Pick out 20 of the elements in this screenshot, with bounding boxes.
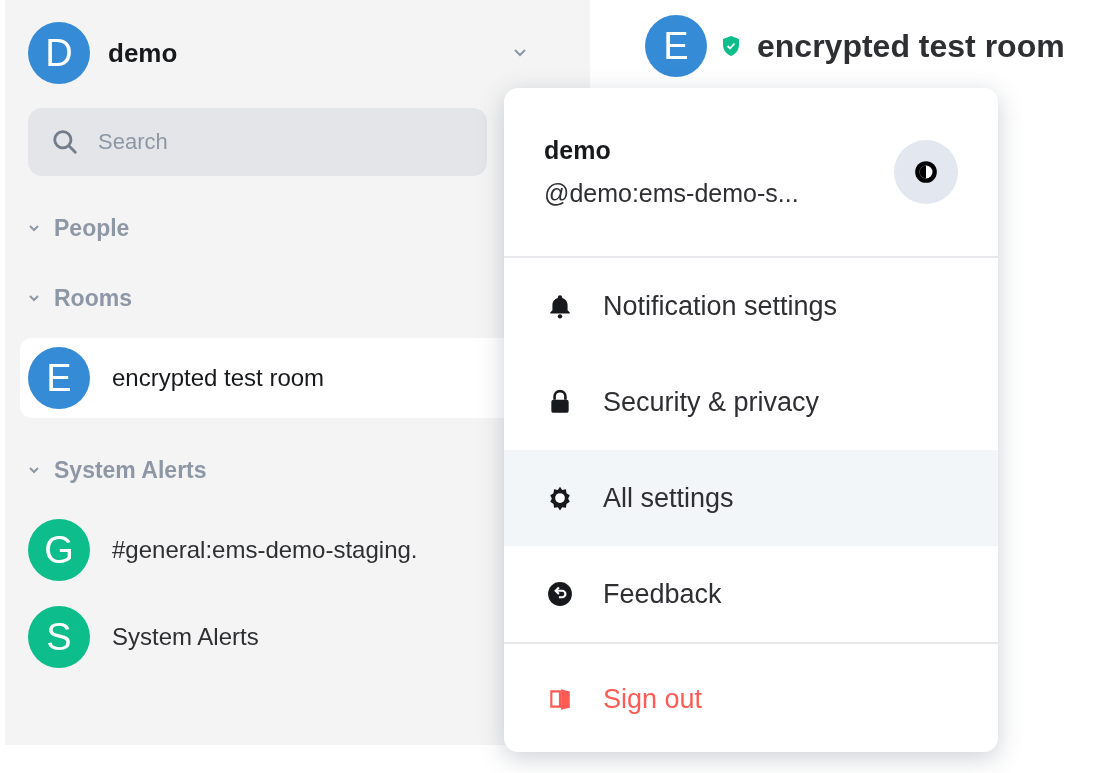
room-name: encrypted test room — [112, 364, 325, 392]
feedback-icon — [547, 581, 573, 607]
contrast-icon — [913, 159, 939, 185]
room-avatar: E — [28, 347, 90, 409]
search-field[interactable]: Search — [28, 108, 487, 176]
user-avatar[interactable]: D — [28, 22, 90, 84]
room-title: encrypted test room — [757, 27, 1065, 65]
user-name: demo — [108, 37, 179, 69]
gear-icon — [547, 485, 573, 511]
room-avatar[interactable]: E — [645, 15, 707, 77]
room-name: #general:ems-demo-staging. — [112, 536, 418, 564]
room-name: System Alerts — [112, 623, 259, 651]
room-avatar: S — [28, 606, 90, 668]
display-name: demo — [544, 136, 612, 165]
door-icon — [547, 686, 573, 712]
menu-item[interactable]: All settings — [504, 450, 998, 546]
bell-icon — [547, 293, 573, 319]
room-avatar: G — [28, 519, 90, 581]
user-id: @demo:ems-demo-s... — [544, 179, 799, 208]
chevron-down-icon[interactable] — [513, 48, 527, 58]
